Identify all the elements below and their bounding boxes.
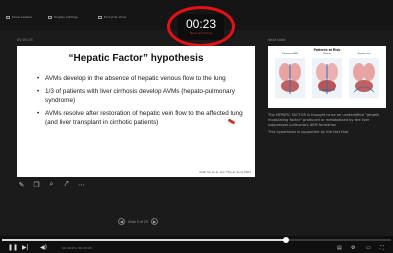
anatomy-figure: Normal xyxy=(311,53,343,100)
more-icon[interactable]: ⋯ xyxy=(77,180,86,189)
slide-citation: Shah SA et al. Ann Thorac Surg 2007 xyxy=(199,170,251,174)
slide-counter: Slide 5 of 25 xyxy=(128,219,148,224)
figure-caption: Hepatic vein xyxy=(357,53,371,55)
timer-highlight-circle xyxy=(167,6,235,47)
fullscreen-icon: ⛶ xyxy=(380,245,384,251)
pen-icon[interactable]: ✎ xyxy=(17,180,26,189)
seek-bar-handle[interactable] xyxy=(282,237,289,243)
show-taskbar-button[interactable]: Show taskbar xyxy=(6,15,32,19)
figure-caption: Pulmonary AVM xyxy=(282,53,298,55)
fullscreen-button[interactable]: ⛶ xyxy=(380,245,384,251)
slide-tools: ✎ ❐ ⌕ ⤤ ⋯ xyxy=(17,180,86,189)
slide-bullet: AVMs develop in the absence of hepatic v… xyxy=(37,74,252,83)
skip-next-icon: ▶| xyxy=(22,244,29,251)
slide-bullet: 1/3 of patients with liver cirrhosis dev… xyxy=(37,87,252,105)
previous-slide-button[interactable]: ◀ xyxy=(118,218,125,225)
settings-button[interactable]: ⚙ xyxy=(351,245,355,251)
slide-bullet-list: AVMs develop in the absence of hepatic v… xyxy=(37,74,252,131)
copy-icon[interactable]: ❐ xyxy=(32,180,41,189)
next-slide-preview[interactable]: Patients at Risk Pulmonary AVM Normal He… xyxy=(268,46,386,108)
theater-mode-button[interactable]: ▭ xyxy=(366,245,371,251)
next-slide-button[interactable]: ▶ xyxy=(150,218,158,225)
show-taskbar-label: Show taskbar xyxy=(12,15,33,19)
next-slide-title: Patients at Risk xyxy=(313,48,341,52)
slide-navigation: ◀ Slide 5 of 25 ▶ xyxy=(118,218,158,225)
anatomy-figure: Pulmonary AVM xyxy=(274,53,306,100)
presenter-view: Show taskbar Display settings End slide … xyxy=(0,0,393,253)
seek-bar[interactable] xyxy=(2,237,391,243)
figure-caption: Normal xyxy=(323,53,331,55)
zoom-icon[interactable]: ⌕ xyxy=(47,180,56,189)
video-player-controls: ❚❚ ▶| ◀) 00:00:25 / 00:03:25 ▤ ⚙ ▭ ⛶ xyxy=(0,236,393,253)
display-settings-label: Display settings xyxy=(54,15,78,19)
chevron-right-icon: ▶ xyxy=(152,219,157,224)
display-settings-button[interactable]: Display settings xyxy=(48,15,78,19)
subtitles-button[interactable]: ▤ xyxy=(337,245,342,251)
theater-icon: ▭ xyxy=(366,245,371,251)
playback-time: 00:00:25 / 00:03:25 xyxy=(62,246,92,250)
next-pane-label: Next slide xyxy=(268,38,286,42)
volume-button[interactable]: ◀) xyxy=(40,245,47,251)
pause-icon: ❚❚ xyxy=(8,244,19,251)
seek-bar-progress xyxy=(2,239,286,241)
gear-icon: ⚙ xyxy=(351,245,356,251)
taskbar-icon xyxy=(6,15,10,19)
notes-paragraph: The HEPATIC FACTOR is thought to be an u… xyxy=(268,113,380,127)
notes-paragraph: This hypothesis is supported by the fact… xyxy=(268,130,349,135)
end-slide-show-button[interactable]: End slide show xyxy=(98,15,126,19)
volume-icon: ◀) xyxy=(40,244,47,251)
anatomy-figure: Hepatic vein xyxy=(348,53,380,100)
end-show-icon xyxy=(98,15,102,19)
current-slide: “Hepatic Factor” hypothesis AVMs develop… xyxy=(17,46,255,177)
slide-bullet: AVMs resolve after restoration of hepati… xyxy=(37,109,252,127)
end-slide-show-label: End slide show xyxy=(104,15,127,19)
chevron-left-icon: ◀ xyxy=(119,219,124,224)
play-pause-button[interactable]: ❚❚ xyxy=(8,245,18,251)
slide-title: “Hepatic Factor” hypothesis xyxy=(68,53,204,64)
display-icon xyxy=(48,15,52,19)
speaker-notes[interactable]: The HEPATIC FACTOR is thought to be an u… xyxy=(268,113,388,138)
current-pane-label: 00:00:25 xyxy=(17,38,33,42)
subtitles-icon: ▤ xyxy=(337,245,342,251)
pointer-icon[interactable]: ⤤ xyxy=(62,180,71,189)
next-button[interactable]: ▶| xyxy=(22,245,29,251)
